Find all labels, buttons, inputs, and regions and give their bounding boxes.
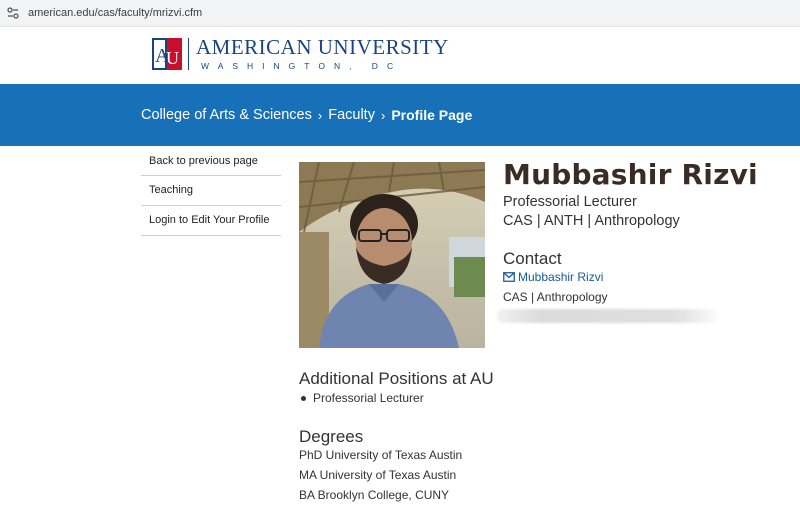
envelope-icon <box>503 272 515 282</box>
chevron-right-icon: › <box>380 107 386 123</box>
site-header: A U AMERICAN UNIVERSITY WASHINGTON, DC <box>0 27 800 83</box>
sidebar-nav: Back to previous page Teaching Login to … <box>141 148 281 236</box>
profile-title: Professorial Lecturer <box>503 194 637 210</box>
redacted-blur <box>497 309 719 323</box>
list-item: Professorial Lecturer <box>299 391 424 405</box>
contact-department: CAS | Anthropology <box>503 290 608 304</box>
logo-sub-text: WASHINGTON, DC <box>201 61 403 71</box>
degree-item: PhD University of Texas Austin <box>299 448 463 462</box>
logo-divider <box>188 38 189 70</box>
site-settings-icon[interactable] <box>6 6 20 20</box>
browser-address-bar[interactable]: american.edu/cas/faculty/mrizvi.cfm <box>0 0 800 27</box>
degree-item: MA University of Texas Austin <box>299 468 457 482</box>
au-logo[interactable]: A U AMERICAN UNIVERSITY WASHINGTON, DC <box>152 37 449 71</box>
breadcrumb: College of Arts & Sciences › Faculty › P… <box>0 84 800 146</box>
email-link-label: Mubbashir Rizvi <box>518 270 604 284</box>
chevron-right-icon: › <box>317 107 323 123</box>
svg-text:U: U <box>166 48 179 68</box>
breadcrumb-profile-page: Profile Page <box>391 107 473 123</box>
breadcrumb-cas[interactable]: College of Arts & Sciences <box>141 107 312 123</box>
additional-positions-heading: Additional Positions at AU <box>299 369 494 388</box>
degrees-heading: Degrees <box>299 427 364 446</box>
url-text[interactable]: american.edu/cas/faculty/mrizvi.cfm <box>28 7 202 19</box>
logo-text: AMERICAN UNIVERSITY WASHINGTON, DC <box>196 35 449 72</box>
profile-photo <box>299 162 485 348</box>
email-link[interactable]: Mubbashir Rizvi <box>503 270 603 284</box>
bullet-icon <box>301 395 306 401</box>
logo-main-text: AMERICAN UNIVERSITY <box>196 35 449 59</box>
profile-photo-image <box>299 162 485 348</box>
sidebar-item-login[interactable]: Login to Edit Your Profile <box>141 206 281 236</box>
profile-name: Mubbashir Rizvi <box>503 158 758 191</box>
profile-department: CAS | ANTH | Anthropology <box>503 213 680 229</box>
breadcrumb-faculty[interactable]: Faculty <box>328 107 375 123</box>
contact-heading: Contact <box>503 249 562 268</box>
degree-item: BA Brooklyn College, CUNY <box>299 488 450 502</box>
sidebar-item-back[interactable]: Back to previous page <box>141 148 281 176</box>
sidebar-item-teaching[interactable]: Teaching <box>141 176 281 206</box>
au-shield-logo-icon: A U <box>152 38 182 70</box>
position-label: Professorial Lecturer <box>313 391 424 405</box>
